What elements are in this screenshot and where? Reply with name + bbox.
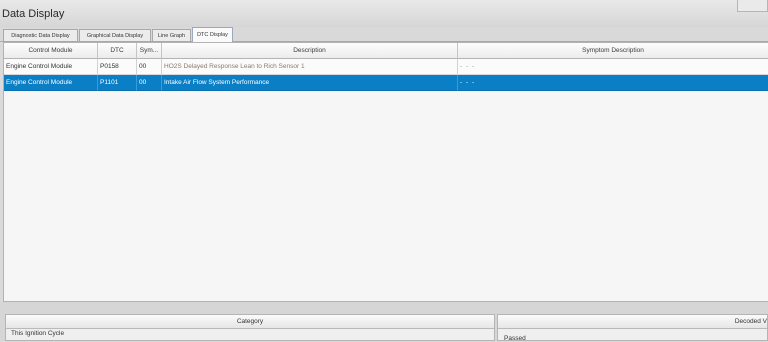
column-header-symptom[interactable]: Sym... (137, 43, 162, 59)
tab-graphical-data-display[interactable]: Graphical Data Display (79, 29, 151, 41)
table-row-selected[interactable]: Engine Control Module P1101 00 Intake Ai… (4, 75, 768, 91)
cell-description: Intake Air Flow System Performance (162, 75, 458, 91)
cell-symptom-description: - - - (458, 59, 768, 75)
column-header-symptom-description[interactable]: Symptom Description (458, 43, 768, 59)
category-header: Category (6, 315, 494, 329)
window-control-button[interactable] (737, 0, 768, 12)
title-bar: Data Display (0, 0, 768, 28)
cell-dtc: P0158 (98, 59, 137, 75)
dtc-table: Control Module DTC Sym... Description Sy… (3, 42, 768, 302)
table-header-row: Control Module DTC Sym... Description Sy… (4, 43, 768, 59)
tab-dtc-display[interactable]: DTC Display (192, 27, 233, 42)
category-panel: Category This Ignition Cycle (5, 314, 495, 341)
window-title: Data Display (2, 8, 65, 20)
category-value: This Ignition Cycle (11, 330, 65, 337)
tab-strip: Diagnostic Data Display Graphical Data D… (0, 27, 768, 42)
decoded-value-panel: Decoded V Passed (497, 314, 768, 342)
status-area: Category This Ignition Cycle Decoded V P… (0, 302, 768, 342)
table-empty-area (4, 91, 768, 301)
cell-control-module: Engine Control Module (4, 59, 98, 75)
cell-symptom: 00 (137, 59, 162, 75)
tab-line-graph[interactable]: Line Graph (152, 29, 191, 41)
cell-symptom-description: - - - (458, 75, 768, 91)
column-header-control-module[interactable]: Control Module (4, 43, 98, 59)
column-header-dtc[interactable]: DTC (98, 43, 137, 59)
column-header-description[interactable]: Description (162, 43, 458, 59)
cell-symptom: 00 (137, 75, 162, 91)
cell-description: HO2S Delayed Response Lean to Rich Senso… (162, 59, 458, 75)
tab-diagnostic-data-display[interactable]: Diagnostic Data Display (3, 29, 78, 41)
cell-dtc: P1101 (98, 75, 137, 91)
table-row[interactable]: Engine Control Module P0158 00 HO2S Dela… (4, 59, 768, 75)
cell-control-module: Engine Control Module (4, 75, 98, 91)
decoded-value-header: Decoded V (498, 315, 767, 329)
